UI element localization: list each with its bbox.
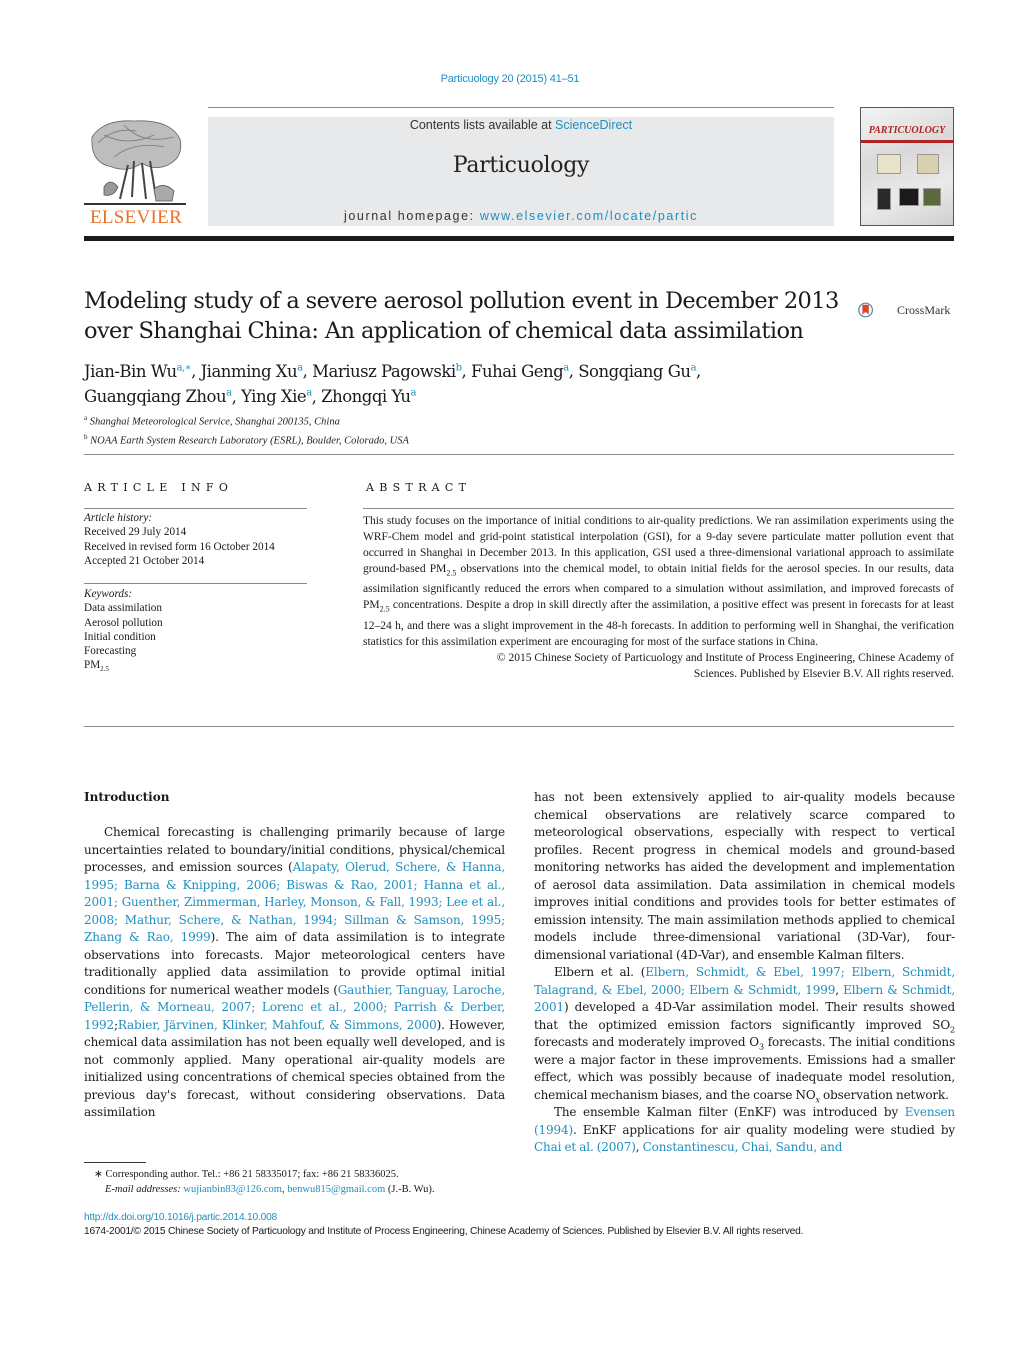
footnote-rule — [84, 1162, 146, 1163]
keyword: Initial condition — [84, 630, 156, 643]
article-history: Article history: Received 29 July 2014 R… — [84, 511, 308, 568]
corresponding-author-footnote: ∗ Corresponding author. Tel.: +86 21 583… — [84, 1167, 514, 1197]
section-heading: Introduction — [84, 790, 170, 804]
elsevier-wordmark: ELSEVIER — [89, 207, 183, 228]
journal-homepage: journal homepage: www.elsevier.com/locat… — [208, 209, 834, 223]
author-line: Guangqiang Zhoua, Ying Xiea, Zhongqi Yua — [84, 387, 417, 406]
body-paragraph: Chemical forecasting is challenging prim… — [84, 825, 506, 1119]
cover-image — [899, 188, 919, 206]
author[interactable]: Fuhai Genga — [471, 362, 569, 381]
issn-copyright: 1674-2001/© 2015 Chinese Society of Part… — [84, 1226, 804, 1237]
history-label: Article history: — [84, 512, 153, 524]
author-list: Jian-Bin Wua,∗, Jianming Xua, Mariusz Pa… — [84, 357, 844, 408]
contents-prefix: Contents lists available at — [409, 118, 556, 132]
citation-link[interactable]: Chai et al. (2007) — [534, 1140, 636, 1154]
running-head[interactable]: Particuology 20 (2015) 41–51 — [0, 73, 1020, 85]
journal-name: Particuology — [452, 153, 590, 178]
cover-image — [923, 188, 941, 206]
homepage-prefix: journal homepage: — [343, 209, 480, 223]
keyword: Forecasting — [84, 645, 137, 658]
email-link[interactable]: benwu815@gmail.com — [287, 1184, 385, 1195]
footnote-line: E-mail addresses: wujianbin83@126.com, b… — [105, 1184, 435, 1195]
keyword: Data assimilation — [84, 602, 162, 615]
history-item: Received in revised form 16 October 2014 — [84, 540, 275, 553]
keyword: Aerosol pollution — [84, 616, 163, 629]
divider — [84, 726, 954, 727]
body-column-left: Chemical forecasting is challenging prim… — [84, 824, 505, 1122]
cover-image — [917, 154, 939, 174]
homepage-link[interactable]: www.elsevier.com/locate/partic — [480, 209, 698, 223]
divider — [84, 583, 307, 584]
journal-masthead: Contents lists available at ScienceDirec… — [208, 117, 834, 226]
journal-cover-thumbnail[interactable]: PARTICUOLOGY — [860, 107, 954, 226]
affiliation: b NOAA Earth System Research Laboratory … — [84, 432, 409, 447]
email-link[interactable]: wujianbin83@126.com — [183, 1184, 282, 1195]
cover-title: PARTICUOLOGY — [868, 125, 946, 136]
keywords-label: Keywords: — [84, 588, 133, 600]
body-paragraph: The ensemble Kalman filter (EnKF) was in… — [534, 1105, 955, 1154]
cover-bar — [861, 140, 953, 143]
cover-image — [877, 154, 901, 174]
author[interactable]: Ying Xiea — [241, 387, 312, 406]
header-rule — [208, 107, 834, 108]
author[interactable]: Jian-Bin Wua,∗ — [84, 362, 192, 381]
footnote-line: ∗ Corresponding author. Tel.: +86 21 583… — [94, 1169, 399, 1180]
author-line: Jian-Bin Wua,∗, Jianming Xua, Mariusz Pa… — [84, 361, 701, 381]
history-item: Received 29 July 2014 — [84, 526, 187, 539]
article-info-heading: ARTICLE INFO — [84, 481, 234, 494]
affiliation: a Shanghai Meteorological Service, Shang… — [84, 414, 340, 428]
contents-line: Contents lists available at ScienceDirec… — [208, 118, 834, 132]
abstract-text: This study focuses on the importance of … — [363, 513, 954, 682]
article-title: Modeling study of a severe aerosol pollu… — [84, 286, 844, 346]
abstract-heading: ABSTRACT — [366, 481, 472, 494]
body-paragraph: has not been extensively applied to air-… — [534, 790, 955, 962]
crossmark-label[interactable]: CrossMark — [897, 303, 950, 318]
keywords: Keywords: Data assimilation Aerosol poll… — [84, 587, 308, 677]
body-column-right: has not been extensively applied to air-… — [534, 789, 955, 1157]
abstract-paragraph: This study focuses on the importance of … — [363, 515, 954, 648]
abstract-copyright: © 2015 Chinese Society of Particuology a… — [496, 651, 954, 680]
body-paragraph: Elbern et al. (Elbern, Schmidt, & Ebel, … — [534, 965, 956, 1104]
divider — [84, 454, 954, 455]
doi-link[interactable]: http://dx.doi.org/10.1016/j.partic.2014.… — [84, 1212, 277, 1223]
author[interactable]: Guangqiang Zhoua — [84, 387, 232, 406]
author[interactable]: Jianming Xua — [201, 362, 304, 381]
cover-image — [877, 188, 891, 210]
sciencedirect-link[interactable]: ScienceDirect — [555, 118, 632, 132]
header-thick-rule — [84, 236, 954, 241]
citation-link[interactable]: Rabier, Järvinen, Klinker, Mahfouf, & Si… — [118, 1018, 437, 1032]
history-item: Accepted 21 October 2014 — [84, 554, 205, 567]
author[interactable]: Mariusz Pagowskib — [312, 362, 462, 381]
author[interactable]: Songqiang Gua — [578, 362, 696, 381]
title-line: Modeling study of a severe aerosol pollu… — [84, 288, 839, 314]
affiliations: a Shanghai Meteorological Service, Shang… — [84, 411, 784, 448]
title-line: over Shanghai China: An application of c… — [84, 318, 804, 344]
divider — [363, 508, 954, 509]
crossmark-icon[interactable] — [858, 290, 898, 330]
citation-link[interactable]: Constantinescu, Chai, Sandu, and — [643, 1140, 843, 1154]
divider — [84, 508, 307, 509]
author[interactable]: Zhongqi Yua — [321, 387, 416, 406]
keyword: PM2.5 — [84, 659, 109, 674]
